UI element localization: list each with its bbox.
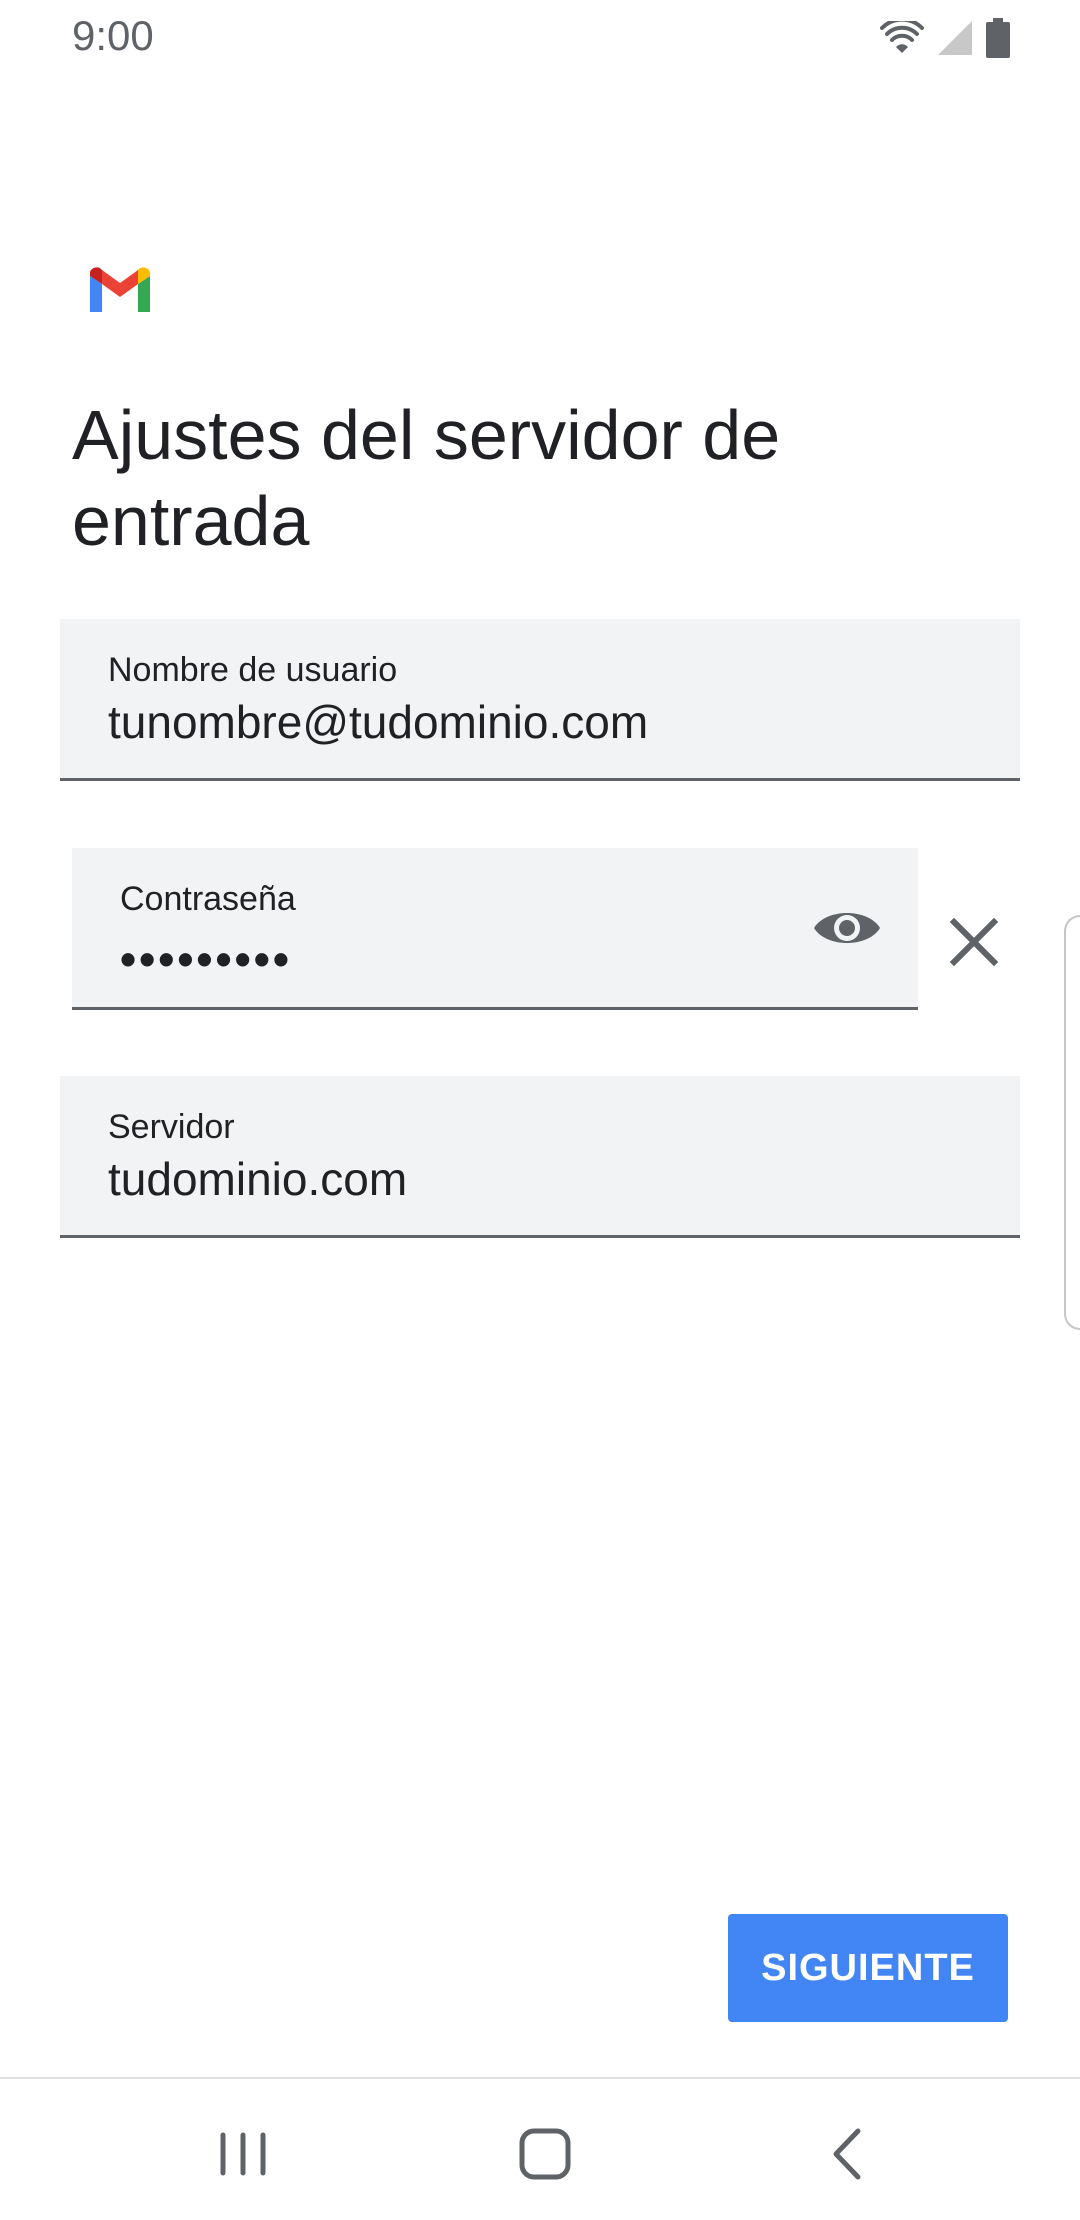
password-label: Contraseña (120, 880, 296, 918)
server-label: Servidor (108, 1108, 235, 1146)
next-button[interactable]: SIGUIENTE (728, 1914, 1008, 2022)
navigation-bar (0, 2079, 1080, 2220)
server-value[interactable]: tudominio.com (108, 1152, 407, 1206)
status-bar: 9:00 (0, 0, 1080, 72)
password-value[interactable]: ••••••••• (120, 932, 292, 986)
wifi-icon (880, 21, 924, 53)
screen: 9:00 Ajustes del servidor de entrada Nom… (0, 0, 1080, 2220)
status-time: 9:00 (72, 12, 154, 59)
gmail-logo (90, 267, 150, 312)
close-icon[interactable] (944, 912, 1004, 972)
password-field[interactable]: Contraseña ••••••••• (72, 848, 918, 1010)
page-title: Ajustes del servidor de entrada (72, 396, 781, 560)
username-field[interactable]: Nombre de usuario tunombre@tudominio.com (60, 619, 1020, 781)
edge-panel-handle[interactable] (1064, 915, 1080, 1330)
signal-icon (938, 21, 972, 55)
recents-icon[interactable] (203, 2119, 283, 2189)
battery-icon (986, 18, 1010, 58)
eye-icon[interactable] (812, 898, 882, 958)
username-value[interactable]: tunombre@tudominio.com (108, 695, 648, 749)
home-icon[interactable] (505, 2119, 585, 2189)
status-icons (880, 18, 1010, 58)
back-icon[interactable] (808, 2119, 888, 2189)
server-field[interactable]: Servidor tudominio.com (60, 1076, 1020, 1238)
username-label: Nombre de usuario (108, 651, 398, 689)
